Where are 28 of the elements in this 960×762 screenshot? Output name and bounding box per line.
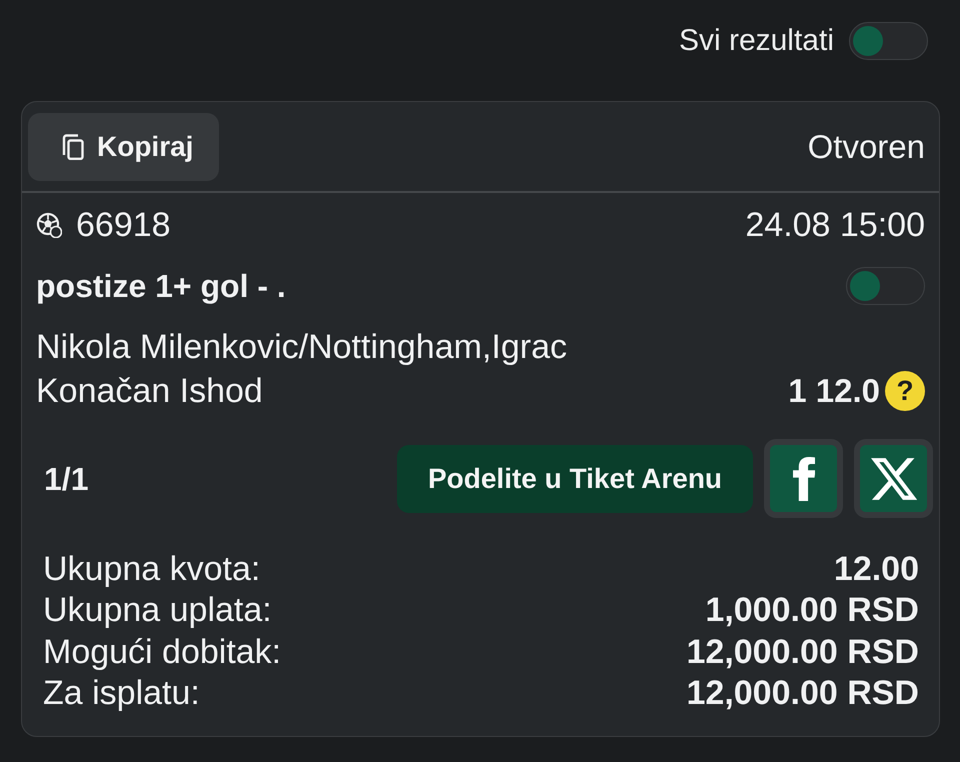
help-icon[interactable]: ? — [885, 371, 925, 411]
x-logo-icon — [870, 458, 916, 500]
filter-label: Svi rezultati — [678, 23, 834, 59]
copy-button[interactable]: Kopiraj — [28, 112, 219, 180]
summary-label: Ukupna kvota: — [43, 548, 260, 589]
ticket-status: Otvoren — [808, 126, 925, 166]
summary-label: Ukupna uplata: — [43, 590, 272, 630]
results-toggle[interactable] — [849, 22, 928, 60]
summary-value: 12,000.00 RSD — [686, 673, 919, 714]
summary-label: Za isplatu: — [43, 673, 200, 714]
summary-value: 1,000.00 RSD — [705, 590, 919, 630]
event-code: 66918 — [76, 205, 171, 245]
soccer-ball-icon — [36, 212, 62, 238]
f-logo-icon — [792, 456, 814, 500]
odds-value: 1 12.0 — [788, 371, 880, 411]
player-name: Nikola Milenkovic/Nottingham,Igrac — [36, 327, 568, 368]
copy-icon — [62, 134, 84, 160]
facebook-share-button[interactable] — [764, 439, 843, 518]
market-name: postize 1+ gol - . — [36, 267, 286, 306]
summary-value: 12.00 — [834, 548, 919, 589]
market-toggle[interactable] — [846, 267, 925, 305]
summary-label: Mogući dobitak: — [43, 632, 282, 672]
selection-count: 1/1 — [43, 460, 88, 498]
outcome-label: Konačan Ishod — [36, 371, 263, 411]
share-button[interactable]: Podelite u Tiket Arenu — [397, 444, 753, 512]
summary-value: 12,000.00 RSD — [686, 632, 919, 672]
x-share-button[interactable] — [854, 439, 933, 518]
event-datetime: 24.08 15:00 — [745, 205, 925, 245]
